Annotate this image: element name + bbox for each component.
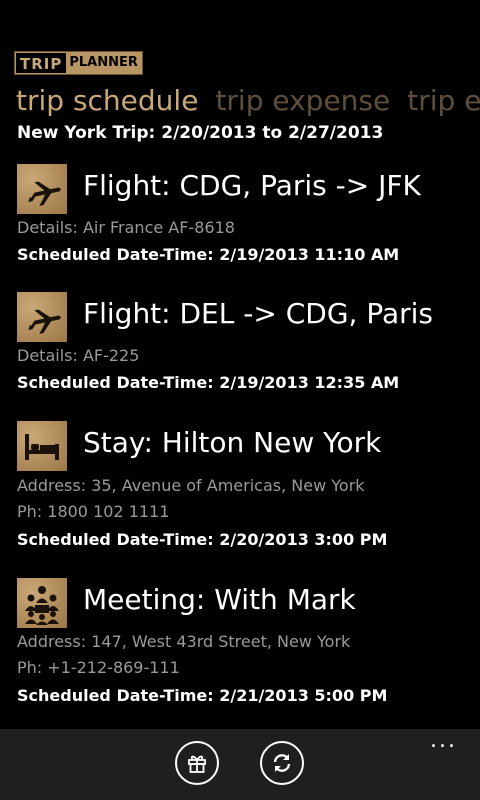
schedule-item-phone: Ph: 1800 102 1111 bbox=[17, 502, 170, 521]
schedule-item-title: Flight: CDG, Paris -> JFK bbox=[83, 169, 421, 202]
app-logo: TRIP PLANNER bbox=[14, 51, 143, 75]
pivot-header: trip schedule trip expense trip ex bbox=[16, 82, 480, 120]
schedule-item-title: Flight: DEL -> CDG, Paris bbox=[83, 297, 433, 330]
meeting-icon bbox=[17, 578, 67, 628]
schedule-item-details: Details: Air France AF-8618 bbox=[17, 218, 235, 237]
schedule-item-address: Address: 147, West 43rd Street, New York bbox=[17, 632, 351, 651]
app-bar: ... bbox=[0, 729, 480, 800]
refresh-icon bbox=[273, 754, 291, 772]
schedule-item-meeting-mark[interactable]: Meeting: With Mark Address: 147, West 43… bbox=[17, 578, 467, 713]
schedule-item-datetime: Scheduled Date-Time: 2/21/2013 5:00 PM bbox=[17, 686, 388, 705]
airplane-icon bbox=[17, 164, 67, 214]
schedule-item-datetime: Scheduled Date-Time: 2/19/2013 12:35 AM bbox=[17, 373, 400, 392]
logo-text-trip: TRIP bbox=[15, 52, 68, 74]
gift-icon bbox=[188, 755, 206, 773]
schedule-item-title: Stay: Hilton New York bbox=[83, 426, 382, 459]
gift-button[interactable] bbox=[175, 741, 219, 785]
schedule-item-details: Details: AF-225 bbox=[17, 346, 140, 365]
pivot-tab-trip-expense[interactable]: trip expense bbox=[215, 82, 390, 120]
airplane-icon bbox=[17, 292, 67, 342]
more-options-button[interactable]: ... bbox=[430, 730, 457, 752]
logo-text-planner: PLANNER bbox=[67, 52, 142, 74]
schedule-item-phone: Ph: +1-212-869-111 bbox=[17, 658, 180, 677]
trip-date-range: New York Trip: 2/20/2013 to 2/27/2013 bbox=[17, 123, 384, 143]
schedule-item-stay-hilton[interactable]: Stay: Hilton New York Address: 35, Avenu… bbox=[17, 421, 467, 556]
schedule-item-title: Meeting: With Mark bbox=[83, 583, 356, 616]
bed-icon bbox=[17, 421, 67, 471]
schedule-item-flight-cdg-jfk[interactable]: Flight: CDG, Paris -> JFK Details: Air F… bbox=[17, 164, 467, 274]
schedule-item-address: Address: 35, Avenue of Americas, New Yor… bbox=[17, 476, 365, 495]
schedule-item-datetime: Scheduled Date-Time: 2/19/2013 11:10 AM bbox=[17, 245, 400, 264]
refresh-button[interactable] bbox=[260, 741, 304, 785]
pivot-tab-trip-schedule[interactable]: trip schedule bbox=[16, 82, 198, 120]
pivot-tab-trip-ex[interactable]: trip ex bbox=[407, 82, 480, 120]
schedule-item-datetime: Scheduled Date-Time: 2/20/2013 3:00 PM bbox=[17, 530, 388, 549]
schedule-item-flight-del-cdg[interactable]: Flight: DEL -> CDG, Paris Details: AF-22… bbox=[17, 292, 467, 402]
